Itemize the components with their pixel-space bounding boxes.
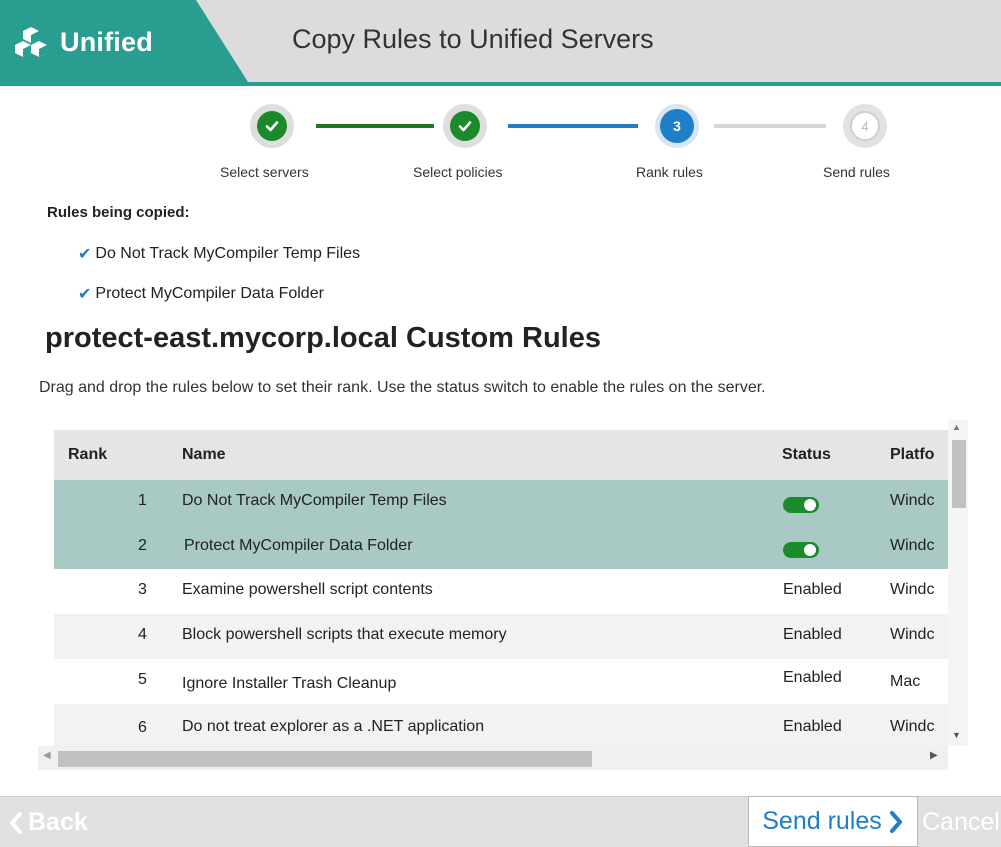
step-2-circle <box>443 104 487 148</box>
table-row[interactable]: 6 Do not treat explorer as a .NET applic… <box>54 704 948 746</box>
send-rules-button[interactable]: Send rules <box>748 796 918 847</box>
step-connector-2 <box>508 124 638 128</box>
rank-cell: 4 <box>138 626 147 643</box>
step-4-number: 4 <box>850 111 880 141</box>
server-rules-title: protect-east.mycorp.local Custom Rules <box>45 322 601 354</box>
table-row[interactable]: 3 Examine powershell script contents Ena… <box>54 569 948 614</box>
name-cell: Do not treat explorer as a .NET applicat… <box>182 718 485 735</box>
chevron-right-icon <box>889 810 902 833</box>
back-button-label: Back <box>28 808 88 836</box>
table-row[interactable]: 2 Protect MyCompiler Data Folder Windc <box>54 525 948 569</box>
vertical-scroll-thumb[interactable] <box>952 440 966 508</box>
send-rules-label: Send rules <box>762 807 882 835</box>
checkmark-icon: ✔ <box>78 286 92 303</box>
rules-table: Rank Name Status Platfo 1 Do Not Track M… <box>54 430 948 746</box>
scroll-left-arrow-icon[interactable]: ◀ <box>43 750 51 761</box>
step-2-label: Select policies <box>413 164 503 180</box>
status-toggle[interactable] <box>783 542 819 558</box>
rank-cell: 6 <box>138 719 147 736</box>
step-4-circle: 4 <box>843 104 887 148</box>
table-row[interactable]: 4 Block powershell scripts that execute … <box>54 614 948 659</box>
name-cell: Block powershell scripts that execute me… <box>182 626 507 643</box>
copied-rules-heading: Rules being copied: <box>47 204 190 221</box>
platform-cell: Windc <box>890 581 935 598</box>
table-row[interactable]: 1 Do Not Track MyCompiler Temp Files Win… <box>54 480 948 525</box>
step-3-label: Rank rules <box>636 164 703 180</box>
platform-cell: Windc <box>890 537 935 554</box>
brand-name: Unified <box>60 26 153 57</box>
rank-cell: 1 <box>138 492 147 509</box>
name-cell: Examine powershell script contents <box>182 581 433 598</box>
cubes-logo-icon <box>15 27 47 57</box>
app-header: Unified Copy Rules to Unified Servers <box>0 0 1001 86</box>
check-icon <box>265 121 279 132</box>
step-4-label: Send rules <box>823 164 890 180</box>
back-button[interactable]: Back <box>8 808 88 837</box>
checkmark-icon: ✔ <box>78 246 92 263</box>
brand: Unified <box>14 22 153 62</box>
copied-rule-item: ✔ Protect MyCompiler Data Folder <box>78 284 324 304</box>
status-cell: Enabled <box>783 581 842 598</box>
step-connector-3 <box>714 124 826 128</box>
column-header-status[interactable]: Status <box>782 446 831 464</box>
status-cell: Enabled <box>783 626 842 643</box>
name-cell: Protect MyCompiler Data Folder <box>184 537 413 554</box>
column-header-platform[interactable]: Platfo <box>890 446 934 464</box>
instructions-text: Drag and drop the rules below to set the… <box>39 379 766 396</box>
check-icon <box>458 121 472 132</box>
horizontal-scroll-thumb[interactable] <box>58 751 592 767</box>
platform-cell: Mac <box>890 673 921 690</box>
chevron-left-icon <box>10 811 22 834</box>
step-1-circle <box>250 104 294 148</box>
copied-rule-label: Protect MyCompiler Data Folder <box>95 285 324 302</box>
status-cell: Enabled <box>783 669 842 686</box>
scroll-right-arrow-icon[interactable]: ▶ <box>930 750 938 761</box>
cancel-button[interactable]: Cancel <box>922 808 1000 837</box>
platform-cell: Windc <box>890 718 935 735</box>
header-divider <box>0 82 1001 86</box>
status-cell: Enabled <box>783 718 842 735</box>
table-row[interactable]: 5 Ignore Installer Trash Cleanup Enabled… <box>54 659 948 704</box>
rank-cell: 5 <box>138 671 147 688</box>
copied-rule-label: Do Not Track MyCompiler Temp Files <box>95 245 361 262</box>
name-cell: Do Not Track MyCompiler Temp Files <box>182 492 447 509</box>
step-connector-1 <box>316 124 434 128</box>
scroll-down-arrow-icon[interactable]: ▼ <box>952 730 961 740</box>
rank-cell: 2 <box>138 537 147 554</box>
rank-cell: 3 <box>138 581 147 598</box>
step-3-circle: 3 <box>655 104 699 148</box>
name-cell: Ignore Installer Trash Cleanup <box>182 675 397 692</box>
column-header-name[interactable]: Name <box>182 446 226 464</box>
step-3-number: 3 <box>660 109 694 143</box>
table-header: Rank Name Status Platfo <box>54 430 948 480</box>
platform-cell: Windc <box>890 626 935 643</box>
step-1-label: Select servers <box>220 164 309 180</box>
column-header-rank[interactable]: Rank <box>68 446 107 464</box>
status-toggle[interactable] <box>783 497 819 513</box>
scroll-up-arrow-icon[interactable]: ▲ <box>952 422 961 432</box>
page-title: Copy Rules to Unified Servers <box>292 24 654 54</box>
platform-cell: Windc <box>890 492 935 509</box>
copied-rule-item: ✔ Do Not Track MyCompiler Temp Files <box>78 244 360 264</box>
